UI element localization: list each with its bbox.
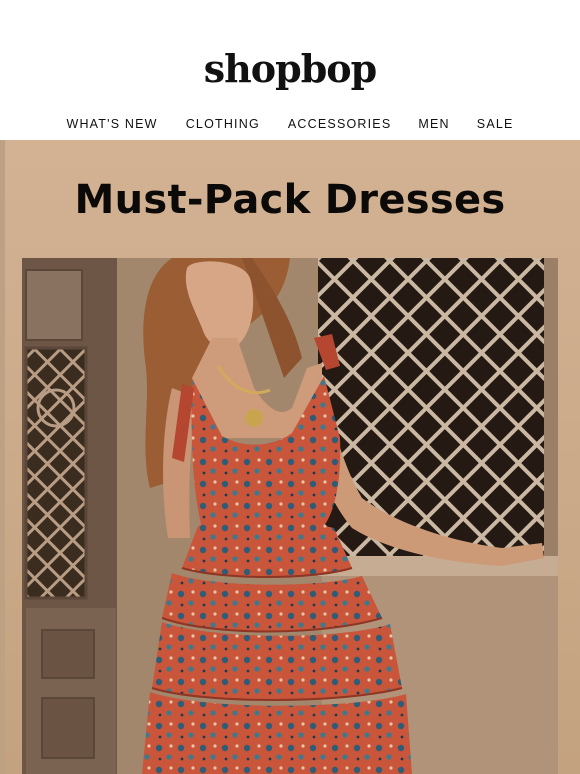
hero-title: Must-Pack Dresses xyxy=(74,177,506,223)
hero-photo[interactable] xyxy=(22,258,558,774)
nav-item-clothing[interactable]: CLOTHING xyxy=(186,116,260,132)
nav-item-whats-new[interactable]: WHAT'S NEW xyxy=(66,116,157,132)
nav-item-sale[interactable]: SALE xyxy=(477,116,514,132)
nav-item-accessories[interactable]: ACCESSORIES xyxy=(288,116,392,132)
shopbop-logo[interactable]: shopbop xyxy=(0,47,580,91)
main-nav: WHAT'S NEW CLOTHING ACCESSORIES MEN SALE xyxy=(0,116,580,132)
email-header: shopbop WHAT'S NEW CLOTHING ACCESSORIES … xyxy=(0,0,580,140)
model-in-dress-photo xyxy=(22,258,558,774)
hero-banner[interactable]: Must-Pack Dresses xyxy=(0,140,580,774)
nav-item-men[interactable]: MEN xyxy=(418,116,449,132)
hero-edge xyxy=(0,140,5,774)
